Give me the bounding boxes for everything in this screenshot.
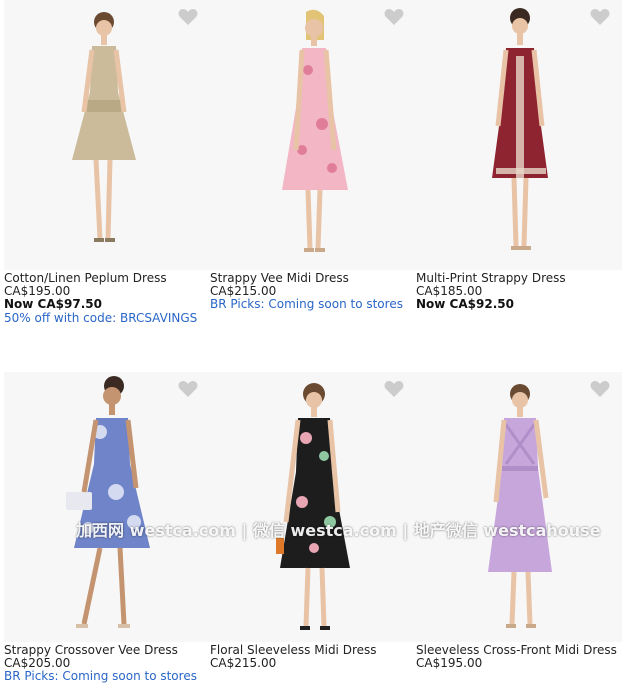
product-info: Floral Sleeveless Midi Dress CA$215.00 xyxy=(210,644,416,670)
product-image[interactable] xyxy=(416,372,622,642)
product-grid: Cotton/Linen Peplum Dress CA$195.00 Now … xyxy=(0,0,627,690)
watermark-text: 加西网 westca.com | 微信 westca.com | 地产微信 we… xyxy=(76,521,601,540)
product-image[interactable] xyxy=(4,372,210,642)
product-info: Sleeveless Cross-Front Midi Dress CA$195… xyxy=(416,644,622,670)
product-price: CA$195.00 xyxy=(4,284,71,298)
product-info: Cotton/Linen Peplum Dress CA$195.00 Now … xyxy=(4,272,210,326)
promo-link[interactable]: BR Picks: Coming soon to stores xyxy=(210,297,416,311)
product-image[interactable] xyxy=(4,0,210,270)
promo-link[interactable]: BR Picks: Coming soon to stores xyxy=(4,669,210,683)
product-price: CA$205.00 xyxy=(4,656,71,670)
heart-icon[interactable] xyxy=(178,380,198,398)
product-price: CA$195.00 xyxy=(416,656,483,670)
heart-icon[interactable] xyxy=(384,380,404,398)
product-price: CA$215.00 xyxy=(210,656,277,670)
product-info: Strappy Vee Midi Dress CA$215.00 BR Pick… xyxy=(210,272,416,312)
sale-price: Now CA$97.50 xyxy=(4,297,102,311)
product-image[interactable] xyxy=(210,372,416,642)
product-price: CA$215.00 xyxy=(210,284,277,298)
product-price: CA$185.00 xyxy=(416,284,483,298)
sale-price: Now CA$92.50 xyxy=(416,297,514,311)
heart-icon[interactable] xyxy=(590,8,610,26)
heart-icon[interactable] xyxy=(590,380,610,398)
product-info: Multi-Print Strappy Dress CA$185.00 Now … xyxy=(416,272,622,312)
product-info: Strappy Crossover Vee Dress CA$205.00 BR… xyxy=(4,644,210,684)
product-image[interactable] xyxy=(210,0,416,270)
heart-icon[interactable] xyxy=(384,8,404,26)
product-image[interactable] xyxy=(416,0,622,270)
promo-link[interactable]: 50% off with code: BRCSAVINGS xyxy=(4,311,210,325)
heart-icon[interactable] xyxy=(178,8,198,26)
